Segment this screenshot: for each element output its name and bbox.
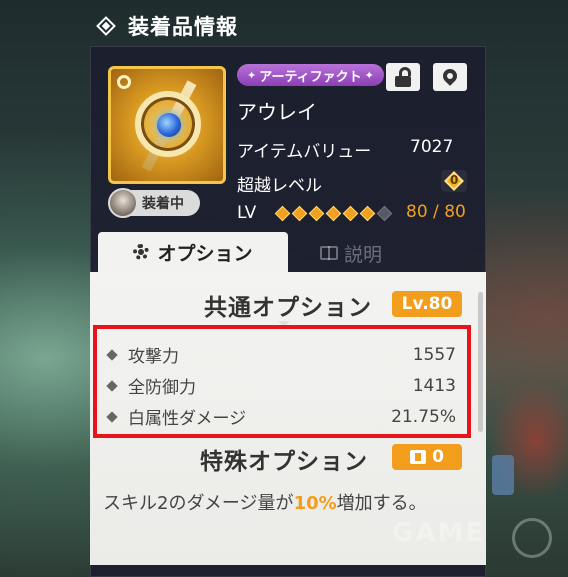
lv-star-icon [291, 205, 308, 222]
common-options-level-badge: Lv.80 [392, 291, 462, 317]
special-options-count-badge: 0 [392, 444, 462, 470]
lv-label: LV [237, 203, 257, 223]
lock-button[interactable] [386, 63, 420, 91]
watermark: GAME [392, 518, 486, 548]
lv-star-icon [342, 205, 359, 222]
lv-star-icon [359, 205, 376, 222]
special-options-count: 0 [432, 447, 444, 467]
lv-star-icon [308, 205, 325, 222]
tab-options-label: オプション [157, 242, 253, 265]
item-value: 7027 [410, 137, 454, 157]
background-item-right [492, 455, 514, 495]
item-name: アウレイ [237, 100, 317, 124]
tab-description-label: 説明 [344, 243, 383, 266]
map-pin-icon [440, 65, 460, 86]
special-option-description: スキル2のダメージ量が10%増加する。 [103, 493, 427, 514]
lv-star-icon-empty [376, 205, 393, 222]
watermark-logo-icon [512, 518, 552, 558]
item-value-label: アイテムバリュー [237, 142, 372, 162]
lv-stars [274, 205, 393, 222]
diamond-icon [96, 16, 116, 36]
scrollbar[interactable] [478, 292, 483, 432]
pin-button[interactable] [433, 63, 467, 91]
lv-star-icon [325, 205, 342, 222]
special-options-title: 特殊オプション [200, 449, 368, 475]
page-title: 装着品情報 [128, 15, 238, 39]
highlight-box [93, 325, 471, 438]
artifact-icon[interactable] [108, 66, 226, 184]
lv-star-icon [274, 205, 291, 222]
ticket-icon [410, 450, 427, 464]
transcend-level-value: 0 [450, 173, 459, 187]
book-icon [320, 246, 338, 260]
gear-icon [133, 244, 150, 260]
category-label: アーティファクト [259, 69, 362, 85]
tab-description[interactable]: 説明 [320, 236, 460, 270]
lock-icon [395, 67, 411, 87]
lv-value: 80 / 80 [406, 202, 466, 222]
equipped-label: 装着中 [142, 196, 184, 212]
character-avatar [108, 188, 138, 218]
transcend-level-label: 超越レベル [237, 176, 322, 196]
header: 装着品情報 [96, 10, 238, 42]
transcend-level-badge: 0 [441, 170, 467, 192]
category-badge: ✦ アーティファクト ✦ [237, 64, 384, 86]
common-options-title: 共通オプション [204, 295, 372, 321]
equipped-status-badge: 装着中 [108, 188, 200, 218]
tab-options[interactable]: オプション [98, 232, 288, 272]
